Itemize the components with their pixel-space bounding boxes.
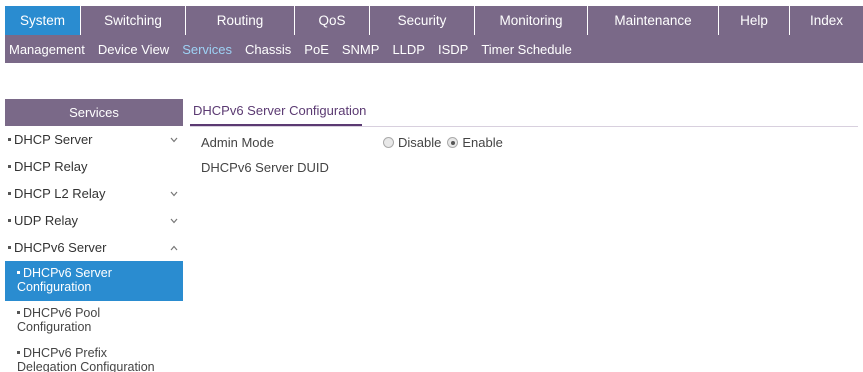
sidebar-header: Services <box>5 99 183 126</box>
bullet-icon <box>8 138 11 142</box>
subnav-device-view[interactable]: Device View <box>98 42 169 57</box>
admin-mode-enable-radio[interactable] <box>447 137 459 148</box>
sidebar-item-label: DHCP Relay <box>14 159 88 174</box>
dhcpv6-server-duid-label: DHCPv6 Server DUID <box>201 160 329 175</box>
subnav-chassis[interactable]: Chassis <box>245 42 291 57</box>
bullet-icon <box>8 219 11 223</box>
tab-monitoring[interactable]: Monitoring <box>475 6 588 35</box>
admin-mode-radio-group: Disable Enable <box>383 135 509 150</box>
tab-maintenance[interactable]: Maintenance <box>588 6 719 35</box>
page-title: DHCPv6 Server Configuration <box>193 103 367 118</box>
subnav-snmp[interactable]: SNMP <box>342 42 380 57</box>
sidebar-item-label: DHCPv6 Server <box>14 240 107 255</box>
admin-mode-disable-radio[interactable] <box>383 137 394 148</box>
tab-qos[interactable]: QoS <box>295 6 370 35</box>
sidebar-item-label: UDP Relay <box>14 213 79 228</box>
subnav-isdp[interactable]: ISDP <box>438 42 468 57</box>
sidebar-subitem-dhcpv6-server-configuration[interactable]: DHCPv6 Server Configuration <box>5 261 183 301</box>
subnav-timer-schedule[interactable]: Timer Schedule <box>481 42 572 57</box>
bullet-icon <box>8 246 11 250</box>
title-divider <box>190 126 858 127</box>
chevron-up-icon[interactable] <box>169 234 179 261</box>
sidebar-item-dhcp-l2-relay[interactable]: DHCP L2 Relay <box>5 180 183 207</box>
tab-switching[interactable]: Switching <box>81 6 186 35</box>
chevron-down-icon[interactable] <box>169 126 179 153</box>
sidebar-subitem-label-line1: DHCPv6 Server <box>23 266 112 280</box>
bullet-icon <box>17 311 20 315</box>
chevron-down-icon[interactable] <box>169 180 179 207</box>
subnav-lldp[interactable]: LLDP <box>392 42 425 57</box>
top-nav: System Switching Routing QoS Security Mo… <box>5 6 863 35</box>
bullet-icon <box>8 192 11 196</box>
sidebar-subitem-label-line1: DHCPv6 Prefix <box>23 346 108 360</box>
sidebar-subitem-label-line2: Configuration <box>17 320 92 334</box>
tab-help[interactable]: Help <box>719 6 790 35</box>
sidebar-item-dhcp-relay[interactable]: DHCP Relay <box>5 153 183 180</box>
tab-index[interactable]: Index <box>790 6 863 35</box>
sidebar: Services DHCP Server DHCP Relay DHCP L2 … <box>5 99 183 372</box>
sidebar-subitem-dhcpv6-pool-configuration[interactable]: DHCPv6 Pool Configuration <box>5 301 183 341</box>
subnav-services[interactable]: Services <box>182 42 232 57</box>
admin-mode-disable-label[interactable]: Disable <box>398 135 441 150</box>
subnav-poe[interactable]: PoE <box>304 42 329 57</box>
sidebar-item-label: DHCP Server <box>14 132 93 147</box>
sidebar-subitem-dhcpv6-prefix-delegation-configuration[interactable]: DHCPv6 Prefix Delegation Configuration <box>5 341 183 372</box>
sidebar-item-dhcp-server[interactable]: DHCP Server <box>5 126 183 153</box>
bullet-icon <box>17 271 20 275</box>
sidebar-item-label: DHCP L2 Relay <box>14 186 106 201</box>
admin-mode-enable-label[interactable]: Enable <box>462 135 502 150</box>
tab-routing[interactable]: Routing <box>186 6 295 35</box>
tab-security[interactable]: Security <box>370 6 475 35</box>
sidebar-item-udp-relay[interactable]: UDP Relay <box>5 207 183 234</box>
sidebar-subitem-label-line2: Delegation Configuration <box>17 360 155 372</box>
sidebar-item-dhcpv6-server[interactable]: DHCPv6 Server <box>5 234 183 261</box>
tab-system[interactable]: System <box>5 6 81 35</box>
admin-mode-label: Admin Mode <box>201 135 274 150</box>
sub-nav: Management Device View Services Chassis … <box>5 35 863 63</box>
sidebar-subitem-label-line2: Configuration <box>17 280 92 294</box>
bullet-icon <box>8 165 11 169</box>
bullet-icon <box>17 351 20 355</box>
subnav-management[interactable]: Management <box>9 42 85 57</box>
chevron-down-icon[interactable] <box>169 207 179 234</box>
sidebar-subitem-label-line1: DHCPv6 Pool <box>23 306 101 320</box>
